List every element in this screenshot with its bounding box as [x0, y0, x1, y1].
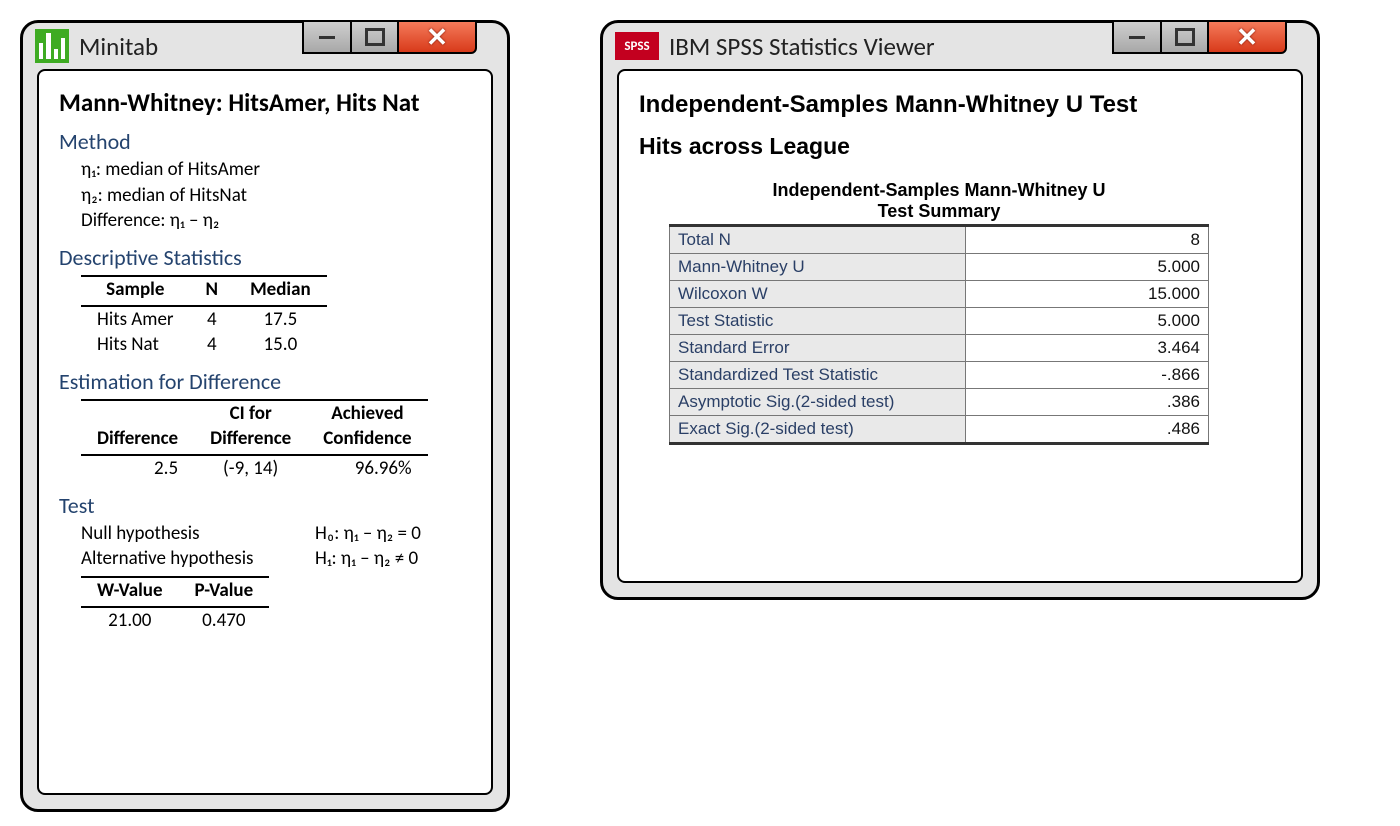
col-difference: Difference: [81, 400, 194, 455]
spss-summary-table: Total N8 Mann-Whitney U5.000 Wilcoxon W1…: [669, 224, 1209, 445]
table-row: 2.5 (-9, 14) 96.96%: [81, 455, 428, 482]
method-line-2: η₂: median of HitsNat: [81, 183, 471, 209]
minimize-button[interactable]: [1112, 20, 1162, 54]
table-row: Hits Nat 4 15.0: [81, 332, 327, 358]
col-pvalue: P-Value: [179, 577, 270, 607]
test-table: W-Value P-Value 21.00 0.470: [81, 576, 269, 633]
minitab-titlebar[interactable]: Minitab ✕: [23, 23, 507, 69]
spss-logo-icon: SPSS: [615, 32, 659, 60]
close-button[interactable]: ✕: [397, 20, 477, 54]
spss-titlebar[interactable]: SPSS IBM SPSS Statistics Viewer ✕: [603, 23, 1317, 69]
table-row: Hits Amer 4 17.5: [81, 306, 327, 333]
spss-heading-1: Independent-Samples Mann-Whitney U Test: [639, 91, 1281, 119]
spss-title: IBM SPSS Statistics Viewer: [669, 31, 935, 62]
window-controls: ✕: [1115, 20, 1288, 54]
descriptive-heading: Descriptive Statistics: [59, 244, 471, 271]
minitab-content: Mann-Whitney: HitsAmer, Hits Nat Method …: [37, 69, 493, 795]
spss-heading-2: Hits across League: [639, 133, 1281, 160]
test-heading: Test: [59, 492, 471, 519]
table-row: Mann-Whitney U5.000: [670, 254, 1209, 281]
col-ci: CI forDifference: [194, 400, 307, 455]
table-row: 21.00 0.470: [81, 607, 269, 634]
col-median: Median: [234, 276, 327, 306]
spss-content: Independent-Samples Mann-Whitney U Test …: [617, 69, 1303, 583]
table-row: Wilcoxon W15.000: [670, 281, 1209, 308]
table-row: Standard Error3.464: [670, 335, 1209, 362]
table-row: Test Statistic5.000: [670, 308, 1209, 335]
method-line-1: η₁: median of HitsAmer: [81, 157, 471, 183]
alt-hypothesis-label: Alternative hypothesis: [81, 546, 291, 572]
maximize-button[interactable]: [1160, 20, 1210, 54]
method-heading: Method: [59, 128, 471, 155]
minimize-button[interactable]: [302, 20, 352, 54]
report-title: Mann-Whitney: HitsAmer, Hits Nat: [59, 87, 471, 118]
col-confidence: AchievedConfidence: [307, 400, 427, 455]
minitab-title: Minitab: [79, 31, 158, 62]
null-hypothesis-value: H₀: η₁ – η₂ = 0: [315, 521, 421, 547]
table-row: Total N8: [670, 226, 1209, 254]
null-hypothesis-label: Null hypothesis: [81, 521, 291, 547]
col-n: N: [190, 276, 235, 306]
window-controls: ✕: [305, 20, 478, 54]
minitab-logo-icon: [35, 29, 69, 63]
minitab-window: Minitab ✕ Mann-Whitney: HitsAmer, Hits N…: [20, 20, 510, 812]
col-wvalue: W-Value: [81, 577, 179, 607]
descriptive-table: Sample N Median Hits Amer 4 17.5 Hits Na…: [81, 275, 327, 358]
spss-window: SPSS IBM SPSS Statistics Viewer ✕ Indepe…: [600, 20, 1320, 600]
alt-hypothesis-value: H₁: η₁ – η₂ ≠ 0: [315, 546, 418, 572]
table-row: Standardized Test Statistic-.866: [670, 362, 1209, 389]
estimation-heading: Estimation for Difference: [59, 368, 471, 395]
col-sample: Sample: [81, 276, 190, 306]
table-row: Asymptotic Sig.(2-sided test).386: [670, 389, 1209, 416]
method-line-3: Difference: η₁ – η₂: [81, 208, 471, 234]
spss-table-title: Independent-Samples Mann-Whitney UTest S…: [669, 180, 1209, 222]
table-row: Exact Sig.(2-sided test).486: [670, 416, 1209, 444]
maximize-button[interactable]: [350, 20, 400, 54]
estimation-table: Difference CI forDifference AchievedConf…: [81, 399, 428, 482]
close-button[interactable]: ✕: [1207, 20, 1287, 54]
